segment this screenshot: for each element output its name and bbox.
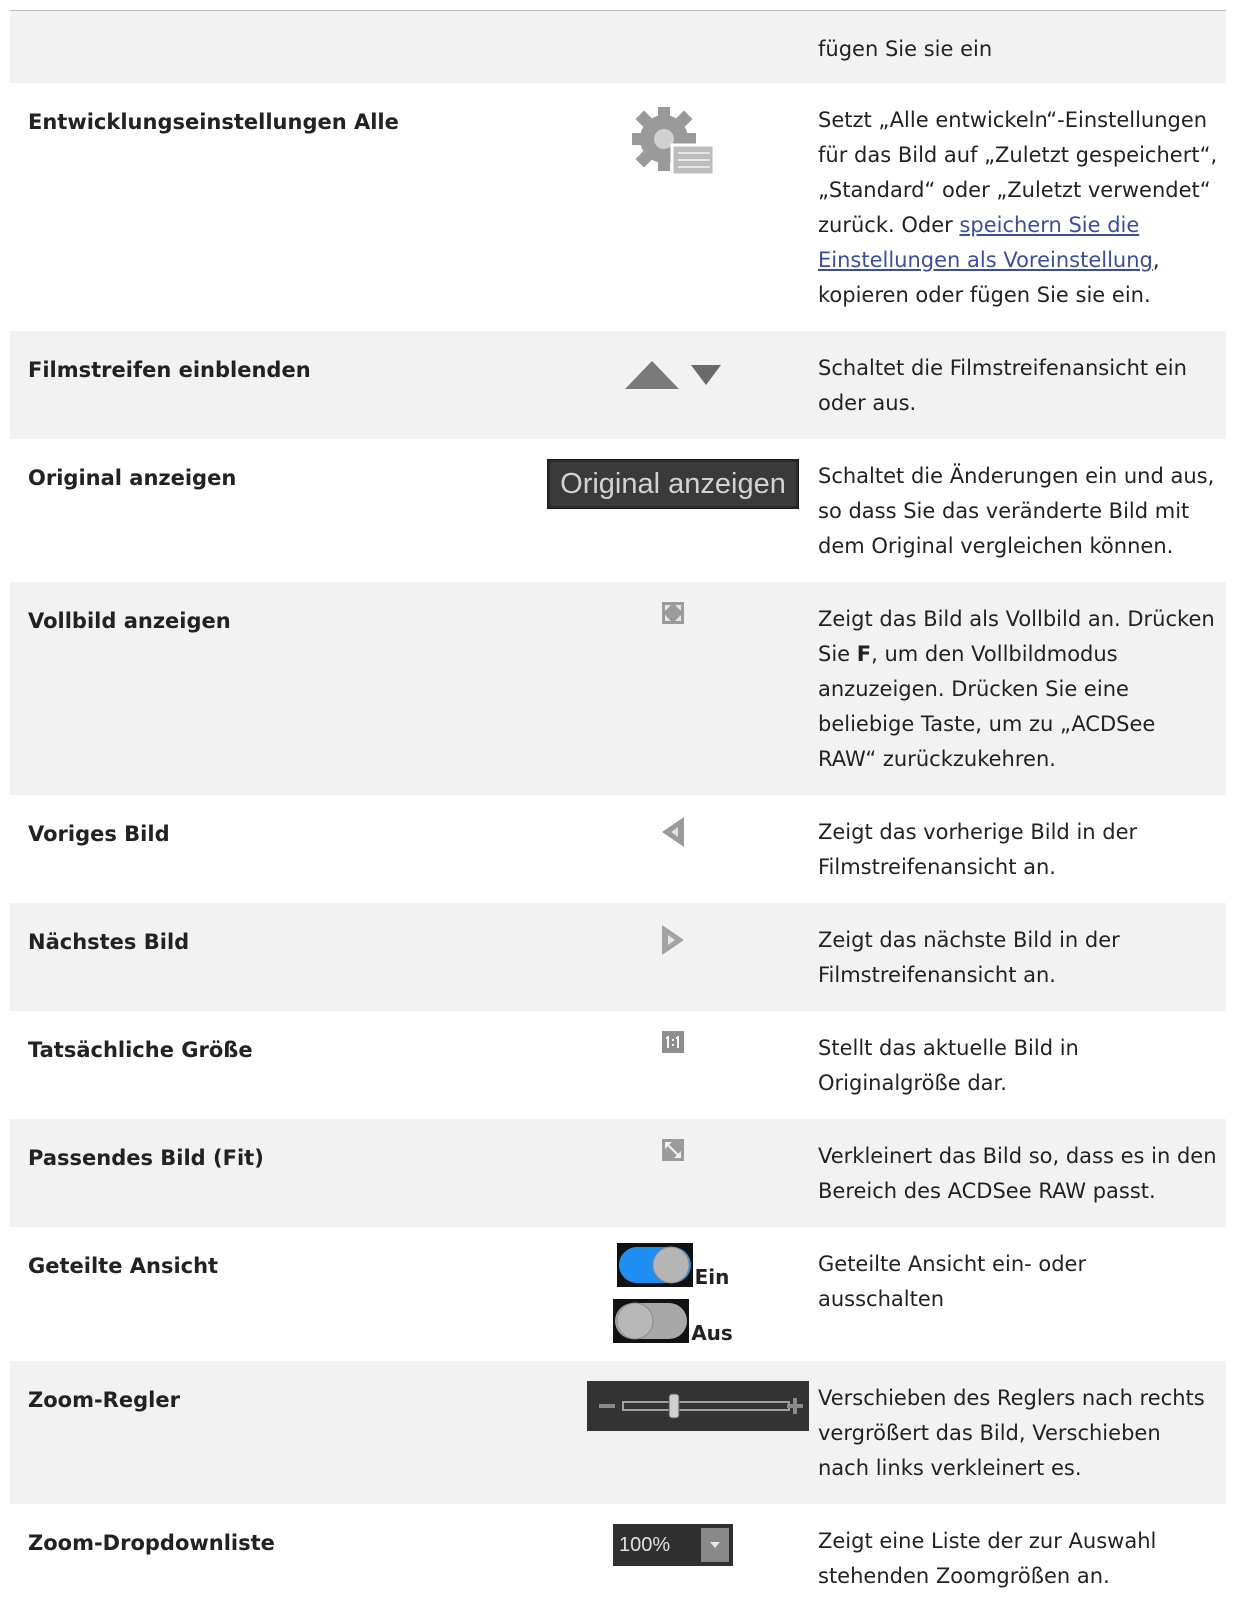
feature-description: Geteilte Ansicht ein- oder ausschalten xyxy=(818,1227,1226,1361)
toggle-off-icon[interactable] xyxy=(613,1299,690,1343)
toggle-on-label: Ein xyxy=(694,1265,730,1289)
zoom-value: 100% xyxy=(619,1534,671,1556)
feature-description: Stellt das aktuelle Bild in Originalgröß… xyxy=(818,1011,1226,1119)
feature-description: Zeigt das vorherige Bild in der Filmstre… xyxy=(818,795,1226,903)
previous-arrow-icon[interactable] xyxy=(660,815,686,849)
feature-name: Geteilte Ansicht xyxy=(10,1227,528,1361)
table-row: Vollbild anzeigen Zeigt das Bild als Vol… xyxy=(10,582,1226,795)
feature-name: Entwicklungseinstellungen Alle xyxy=(10,83,528,331)
feature-name xyxy=(10,11,528,83)
triangle-up-icon xyxy=(625,361,679,389)
feature-description: Schaltet die Filmstreifenansicht ein ode… xyxy=(818,331,1226,439)
table-row: Nächstes Bild Zeigt das nächste Bild in … xyxy=(10,903,1226,1011)
feature-description: Verkleinert das Bild so, dass es in den … xyxy=(818,1119,1226,1227)
feature-description: Verschieben des Reglers nach rechts verg… xyxy=(818,1361,1226,1504)
table-row: Tatsächliche Größe Stellt das aktuelle B… xyxy=(10,1011,1226,1119)
table-row: Geteilte Ansicht Ein Aus Geteilte Ansich… xyxy=(10,1227,1226,1361)
feature-name: Vollbild anzeigen xyxy=(10,582,528,795)
feature-name: Passendes Bild (Fit) xyxy=(10,1119,528,1227)
chevron-down-icon[interactable] xyxy=(701,1528,729,1562)
actual-size-icon[interactable] xyxy=(662,1031,684,1053)
zoom-minus-icon xyxy=(599,1404,615,1408)
fit-image-icon[interactable] xyxy=(662,1139,684,1161)
top-divider xyxy=(10,0,1226,11)
triangle-down-icon xyxy=(691,365,721,385)
feature-description: Setzt „Alle entwickeln“-Einstellungen fü… xyxy=(818,83,1226,331)
table-row: Zoom-Regler Verschieben des Reglers nach… xyxy=(10,1361,1226,1504)
fullscreen-icon[interactable] xyxy=(662,602,684,624)
toggle-off-label: Aus xyxy=(691,1321,733,1345)
feature-description: Zeigt eine Liste der zur Auswahl stehend… xyxy=(818,1504,1226,1612)
feature-name: Zoom-Regler xyxy=(10,1361,528,1504)
feature-description: Schaltet die Änderungen ein und aus, so … xyxy=(818,439,1226,582)
table-row: Filmstreifen einblenden Schaltet die Fil… xyxy=(10,331,1226,439)
feature-icon-cell xyxy=(528,11,818,83)
triangle-up-down-icon[interactable] xyxy=(623,359,723,391)
table-row: Passendes Bild (Fit) Verkleinert das Bil… xyxy=(10,1119,1226,1227)
zoom-dropdown[interactable]: 100% xyxy=(613,1524,733,1566)
table-row: Original anzeigen Original anzeigen Scha… xyxy=(10,439,1226,582)
feature-name: Tatsächliche Größe xyxy=(10,1011,528,1119)
shortcut-key: F xyxy=(856,642,872,666)
gear-settings-icon xyxy=(528,103,818,179)
document: fügen Sie sie ein Entwicklungseinstellun… xyxy=(10,0,1226,1612)
feature-description: fügen Sie sie ein xyxy=(818,11,1226,83)
table-row: Zoom-Dropdownliste 100% Zeigt eine Liste… xyxy=(10,1504,1226,1612)
feature-name: Voriges Bild xyxy=(10,795,528,903)
feature-name: Filmstreifen einblenden xyxy=(10,331,528,439)
table-row: fügen Sie sie ein xyxy=(10,11,1226,83)
feature-name: Zoom-Dropdownliste xyxy=(10,1504,528,1612)
toolbar-reference-table: fügen Sie sie ein Entwicklungseinstellun… xyxy=(10,11,1226,1612)
table-row: Voriges Bild Zeigt das vorherige Bild in… xyxy=(10,795,1226,903)
next-arrow-icon[interactable] xyxy=(660,923,686,957)
toggle-on-icon[interactable] xyxy=(616,1243,693,1287)
feature-name: Nächstes Bild xyxy=(10,903,528,1011)
zoom-slider[interactable] xyxy=(587,1381,809,1431)
table-row: Entwicklungseinstellungen Alle Setzt „Al… xyxy=(10,83,1226,331)
feature-name: Original anzeigen xyxy=(10,439,528,582)
original-view-button[interactable]: Original anzeigen xyxy=(547,459,799,509)
feature-description: Zeigt das Bild als Vollbild an. Drücken … xyxy=(818,582,1226,795)
zoom-slider-thumb xyxy=(668,1393,680,1419)
feature-description: Zeigt das nächste Bild in der Filmstreif… xyxy=(818,903,1226,1011)
